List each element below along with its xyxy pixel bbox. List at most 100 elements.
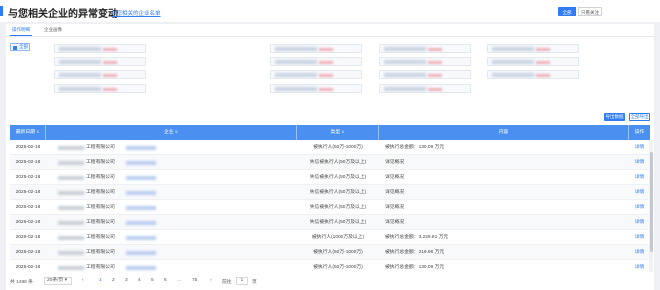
tab-operation-details[interactable]: 操作明细 [10,27,32,36]
redacted-text [103,73,117,77]
detail-link[interactable]: 详情 [629,200,650,215]
filter-company-chip[interactable] [270,44,362,53]
pagination: 共 1488 条 20条/页 ▾ ‹ 1 2 3 4 5 6 … 75 › 前往 1 页 [6,275,654,287]
filter-company-chip[interactable] [54,84,146,93]
detail-link[interactable]: 详情 [629,155,650,170]
row-type: 被执行人(1000万及以上) [311,235,365,240]
page-number[interactable]: 6 [164,278,167,283]
redacted-text [126,266,156,270]
filter-company-chip[interactable] [54,70,146,79]
redacted-text [103,87,117,91]
detail-link[interactable]: 详情 [629,245,650,260]
company-name[interactable]: 工程有限公司 [86,245,115,260]
table-row: 2025-02-18 工程有限公司 失信被执行人(50万及以上) 详见概况 详情 [10,215,650,230]
redacted-text [275,60,317,64]
redacted-text [319,87,333,91]
redacted-text [384,73,426,77]
company-name[interactable]: 工程有限公司 [86,260,115,272]
table-row: 2025-02-18 工程有限公司 被执行人(50万-1000万) 被执行总金额… [10,260,650,272]
filter-company-chip[interactable] [270,57,362,66]
goto-page-input[interactable]: 1 [236,276,248,285]
table-row: 2025-02-18 工程有限公司 失信被执行人(50万及以上) 详见概况 详情 [10,155,650,170]
export-data-button[interactable]: 导出数据 [604,113,625,121]
company-name[interactable]: 工程有限公司 [86,215,115,230]
total-count: 共 1488 条 [10,280,33,285]
table-row: 2025-02-18 工程有限公司 被执行人(50万-1000万) 被执行总金额… [10,245,650,260]
col-date[interactable]: 最新日期 ⇅ [10,125,46,140]
page-ellipsis[interactable]: … [177,278,182,283]
redacted-text [103,47,117,51]
company-name[interactable]: 工程有限公司 [86,230,115,245]
col-company[interactable]: 企业 ⇅ [46,125,297,140]
redacted-text [58,250,84,255]
row-date: 2025-02-18 [15,175,41,180]
page-number[interactable]: 5 [151,278,154,283]
filter-company-chip[interactable] [379,44,471,53]
detail-link[interactable]: 详情 [629,185,650,200]
redacted-text [319,73,333,77]
row-type: 失信被执行人(50万及以上) [309,220,367,225]
row-date: 2025-02-18 [15,250,41,255]
tab-bar: 操作明细 企业画像 [6,24,654,37]
detail-link[interactable]: 详情 [629,140,650,155]
page-number[interactable]: 75 [192,278,197,283]
filter-company-chip[interactable] [487,57,579,66]
filter-company-chip[interactable] [270,84,362,93]
prev-page-icon[interactable]: ‹ [82,278,84,283]
redacted-text [275,47,317,51]
row-company: 工程有限公司 [46,140,297,155]
detail-link[interactable]: 详情 [629,260,650,272]
page-number[interactable]: 2 [112,278,115,283]
row-date: 2025-02-18 [15,145,41,150]
row-content: 详见概况 [385,205,405,210]
row-content: 详见概况 [385,220,405,225]
filter-company-chip[interactable] [379,70,471,79]
page-size-select[interactable]: 20条/页 ▾ [44,276,72,285]
page-number[interactable]: 4 [138,278,141,283]
company-name[interactable]: 工程有限公司 [86,185,115,200]
filter-company-chip[interactable] [487,44,579,53]
company-name[interactable]: 工程有限公司 [86,200,115,215]
row-company: 工程有限公司 [46,245,297,260]
redacted-text [428,47,442,51]
company-name[interactable]: 工程有限公司 [86,170,115,185]
row-date: 2025-02-18 [15,265,41,270]
filter-company-chip[interactable] [487,70,579,79]
page-number[interactable]: 1 [99,278,102,283]
scrollbar-thumb[interactable] [649,152,653,252]
toggle-all-button[interactable]: 全部 [558,7,576,16]
toggle-followed-button[interactable]: 只看关注 [578,7,602,16]
goto-label: 前往 [222,280,232,285]
select-all-checkbox[interactable]: 全部 [10,43,30,51]
redacted-text [319,60,333,64]
col-content: 内容 [379,125,629,140]
col-type[interactable]: 类型 ⇅ [297,125,379,140]
redacted-text [275,87,317,91]
row-type: 失信被执行人(50万及以上) [309,205,367,210]
export-all-button[interactable]: 全部导出 [629,113,650,121]
table-scrollbar[interactable] [649,140,653,272]
filter-company-chip[interactable] [379,84,471,93]
filter-company-chip[interactable] [54,44,146,53]
detail-link[interactable]: 详情 [629,170,650,185]
related-companies-link[interactable]: 与您相关的企业名单 [111,9,161,17]
redacted-text [58,145,84,150]
redacted-text [58,175,84,180]
redacted-text [59,73,101,77]
filter-company-chip[interactable] [270,70,362,79]
filter-company-chip[interactable] [54,57,146,66]
redacted-text [536,73,550,77]
row-company: 工程有限公司 [46,155,297,170]
row-company: 工程有限公司 [46,170,297,185]
company-name[interactable]: 工程有限公司 [86,140,115,155]
company-name[interactable]: 工程有限公司 [86,155,115,170]
row-company: 工程有限公司 [46,200,297,215]
tab-company-profile[interactable]: 企业画像 [44,27,62,33]
filter-company-chip[interactable] [379,57,471,66]
page-number[interactable]: 3 [125,278,128,283]
detail-link[interactable]: 详情 [629,230,650,245]
next-page-icon[interactable]: › [210,278,212,283]
row-company: 工程有限公司 [46,260,297,272]
col-operation: 操作 [634,130,645,135]
detail-link[interactable]: 详情 [629,215,650,230]
